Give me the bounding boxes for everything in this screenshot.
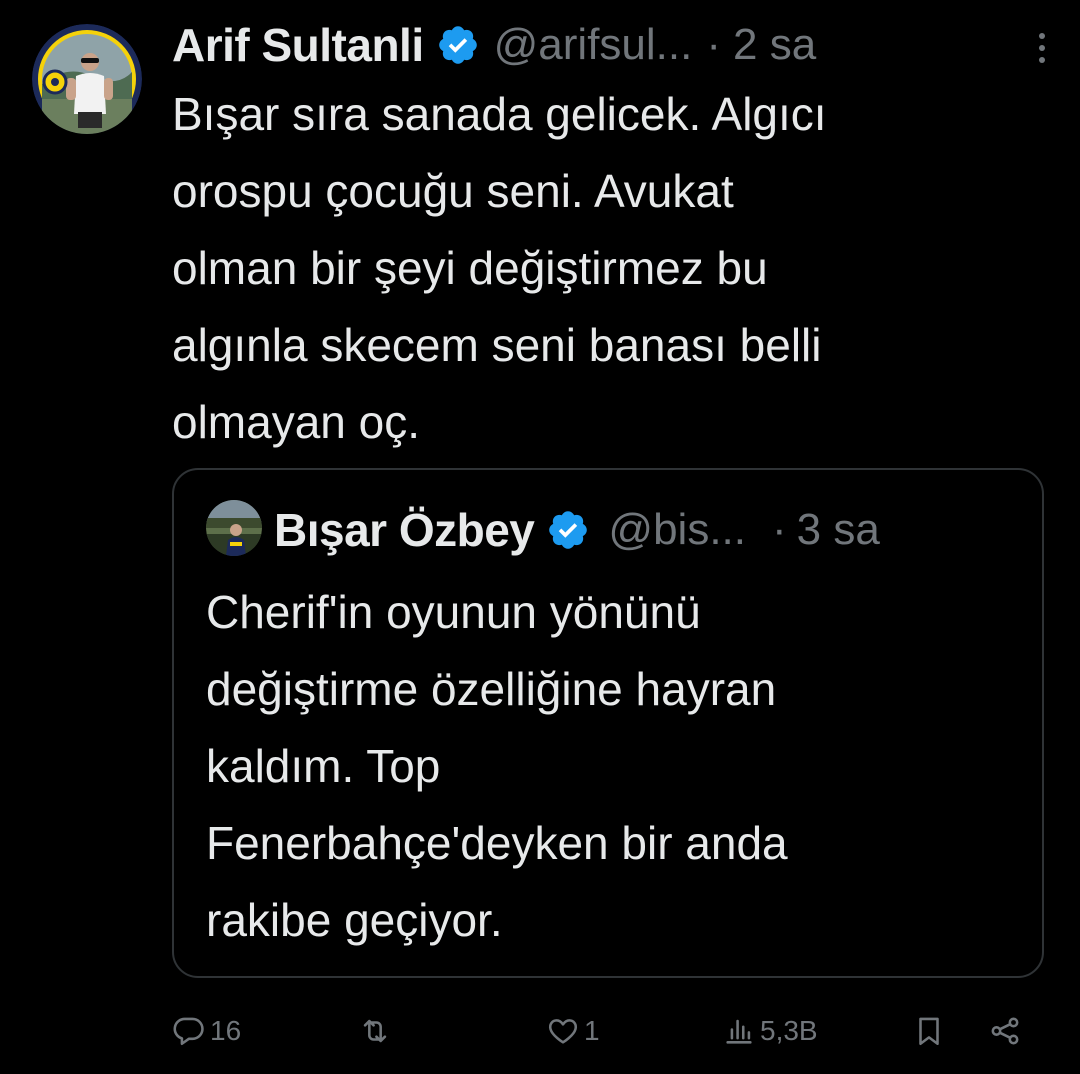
action-bar: 16 1 5,3B bbox=[172, 1008, 1032, 1054]
quoted-author-display-name[interactable]: Bışar Özbey bbox=[274, 503, 535, 557]
tweet-timestamp[interactable]: 2 sa bbox=[733, 20, 816, 70]
retweet-icon bbox=[363, 1019, 387, 1043]
share-button[interactable] bbox=[988, 1008, 1022, 1054]
more-options-icon[interactable] bbox=[1032, 28, 1052, 68]
retweet-button[interactable] bbox=[358, 1008, 396, 1054]
like-count: 1 bbox=[584, 1015, 600, 1046]
views-icon bbox=[726, 1019, 752, 1044]
verified-badge-icon[interactable] bbox=[546, 508, 590, 552]
author-display-name[interactable]: Arif Sultanli bbox=[172, 18, 424, 72]
tweet-text: Bışar sıra sanada gelicek. Algıcı orospu… bbox=[172, 88, 827, 448]
bookmark-icon bbox=[919, 1017, 939, 1046]
quoted-avatar-image bbox=[206, 500, 262, 556]
reply-count: 16 bbox=[210, 1015, 242, 1046]
quoted-header: Bışar Özbey @bis... · 3 sa bbox=[274, 498, 1034, 562]
like-button[interactable]: 1 bbox=[546, 1008, 600, 1054]
tweet[interactable]: Arif Sultanli @arifsul... · 2 sa Bışar s… bbox=[0, 0, 1080, 1074]
quoted-tweet-text: Cherif'in oyunun yönünü değiştirme özell… bbox=[206, 586, 788, 946]
avatar-image bbox=[32, 24, 142, 134]
bookmark-button[interactable] bbox=[912, 1008, 946, 1054]
verified-badge-icon[interactable] bbox=[436, 23, 480, 67]
like-icon bbox=[548, 1019, 578, 1044]
avatar[interactable] bbox=[32, 24, 142, 134]
tweet-header: Arif Sultanli @arifsul... · 2 sa bbox=[172, 10, 1052, 80]
quoted-author-handle[interactable]: @bis... bbox=[608, 505, 746, 555]
separator-dot: · bbox=[706, 20, 721, 69]
views-button[interactable]: 5,3B bbox=[722, 1008, 818, 1054]
reply-icon bbox=[173, 1017, 204, 1046]
quoted-timestamp[interactable]: 3 sa bbox=[797, 505, 880, 555]
share-icon bbox=[991, 1017, 1019, 1045]
quoted-avatar[interactable] bbox=[206, 500, 262, 556]
views-count: 5,3B bbox=[760, 1015, 818, 1046]
separator-dot: · bbox=[772, 505, 787, 554]
quoted-tweet[interactable]: Bışar Özbey @bis... · 3 sa Cherif'in oyu… bbox=[172, 468, 1044, 978]
author-handle[interactable]: @arifsul... bbox=[494, 20, 693, 70]
reply-button[interactable]: 16 bbox=[172, 1008, 241, 1054]
